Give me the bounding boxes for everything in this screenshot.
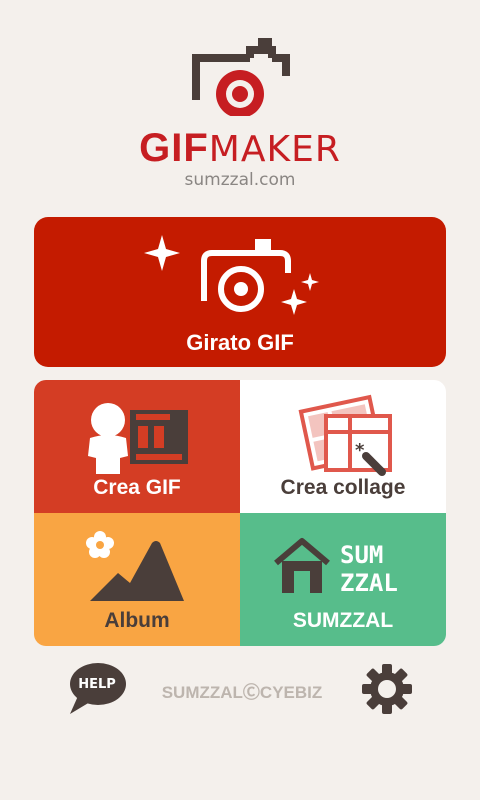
wordmark-maker: MAKER: [208, 129, 341, 170]
wordmark-gif: GIF: [139, 126, 209, 170]
make-gif-tile[interactable]: Crea GIF: [34, 380, 240, 513]
sumzzal-logo-line1: SUM: [340, 541, 384, 569]
record-gif-button[interactable]: Girato GIF: [34, 217, 446, 367]
app-wordmark: GIFMAKER: [0, 126, 480, 172]
svg-text:*: *: [355, 440, 365, 461]
help-label: HELP: [78, 677, 116, 692]
camera-logo-icon: [192, 38, 290, 116]
sumzzal-logo-line2: ZZAL: [340, 569, 398, 597]
person-film-icon: [88, 403, 188, 474]
feature-grid: Crea GIF * Crea collage Album SUM ZZAL S…: [34, 380, 446, 646]
site-url: sumzzal.com: [184, 170, 296, 190]
photo-collage-icon: *: [298, 394, 392, 476]
make-gif-label: Crea GIF: [93, 476, 181, 499]
camera-sparkle-icon: [144, 235, 319, 315]
copyright-text: SUMZZALⒸCYEBIZ: [161, 683, 323, 702]
sumzzal-label: SUMZZAL: [292, 609, 394, 632]
create-collage-label: Crea collage: [280, 476, 406, 499]
album-label: Album: [104, 609, 170, 632]
sumzzal-logo-text: SUM ZZAL: [340, 541, 420, 597]
create-collage-tile[interactable]: * Crea collage: [240, 380, 446, 513]
app-logo: GIFMAKER sumzzal.com: [0, 30, 480, 190]
album-tile[interactable]: Album: [34, 513, 240, 646]
settings-button[interactable]: [360, 662, 414, 716]
record-gif-label: Girato GIF: [186, 330, 294, 355]
mountain-album-icon: [86, 531, 184, 601]
help-button[interactable]: HELP: [64, 660, 128, 716]
gear-icon: [362, 664, 412, 714]
sumzzal-tile[interactable]: SUM ZZAL SUMZZAL: [240, 513, 446, 646]
